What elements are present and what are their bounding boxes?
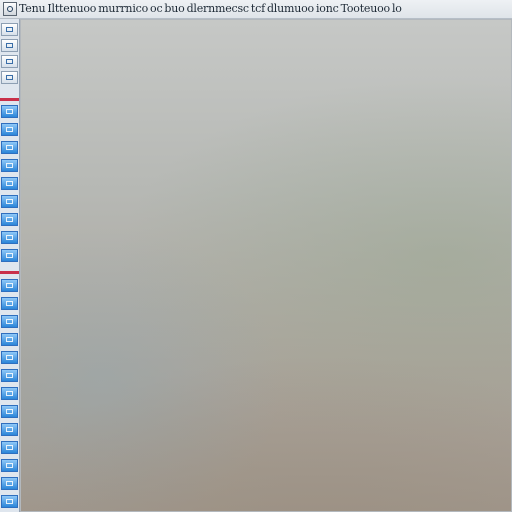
tool-icon[interactable]: [1, 315, 18, 328]
menu-item[interactable]: ionc: [316, 0, 339, 18]
menu-item[interactable]: buo: [164, 0, 184, 18]
tool-icon[interactable]: [1, 477, 18, 490]
tool-icon[interactable]: [1, 231, 18, 244]
app-window: Tenu Ilttenuoo murrnico oc buo dlernmecs…: [0, 0, 512, 512]
tool-icon[interactable]: [1, 71, 18, 84]
menu-item[interactable]: murrnico: [98, 0, 148, 18]
tool-palette: [0, 19, 20, 512]
menu-item[interactable]: dlumuoo: [267, 0, 314, 18]
tool-icon[interactable]: [1, 351, 18, 364]
palette-divider: [0, 98, 19, 101]
canvas-area[interactable]: [20, 19, 512, 512]
tool-icon[interactable]: [1, 195, 18, 208]
menu-bar: Tenu Ilttenuoo murrnico oc buo dlernmecs…: [0, 0, 512, 19]
menu-item[interactable]: Tooteuoo: [341, 0, 391, 18]
tool-icon[interactable]: [1, 159, 18, 172]
tool-icon[interactable]: [1, 39, 18, 52]
tool-icon[interactable]: [1, 213, 18, 226]
tool-icon[interactable]: [1, 423, 18, 436]
tool-icon[interactable]: [1, 441, 18, 454]
menu-item[interactable]: tcf: [251, 0, 265, 18]
menu-item[interactable]: oc: [150, 0, 163, 18]
tool-icon[interactable]: [1, 369, 18, 382]
tool-icon[interactable]: [1, 279, 18, 292]
tool-icon[interactable]: [1, 123, 18, 136]
menu-item[interactable]: dlernmecsc: [187, 0, 250, 18]
tool-icon[interactable]: [1, 297, 18, 310]
tool-icon[interactable]: [1, 105, 18, 118]
tool-icon[interactable]: [1, 141, 18, 154]
tool-icon[interactable]: [1, 459, 18, 472]
tool-icon[interactable]: [1, 249, 18, 262]
app-logo-icon[interactable]: [3, 2, 17, 16]
tool-icon[interactable]: [1, 55, 18, 68]
tool-icon[interactable]: [1, 333, 18, 346]
tool-icon[interactable]: [1, 495, 18, 508]
tool-icon[interactable]: [1, 405, 18, 418]
menu-item[interactable]: Tenu: [19, 0, 46, 18]
palette-divider: [0, 271, 19, 274]
tool-icon[interactable]: [1, 387, 18, 400]
menu-item[interactable]: Ilttenuoo: [47, 0, 96, 18]
menu-item[interactable]: lo: [392, 0, 402, 18]
tool-icon[interactable]: [1, 177, 18, 190]
tool-icon[interactable]: [1, 23, 18, 36]
